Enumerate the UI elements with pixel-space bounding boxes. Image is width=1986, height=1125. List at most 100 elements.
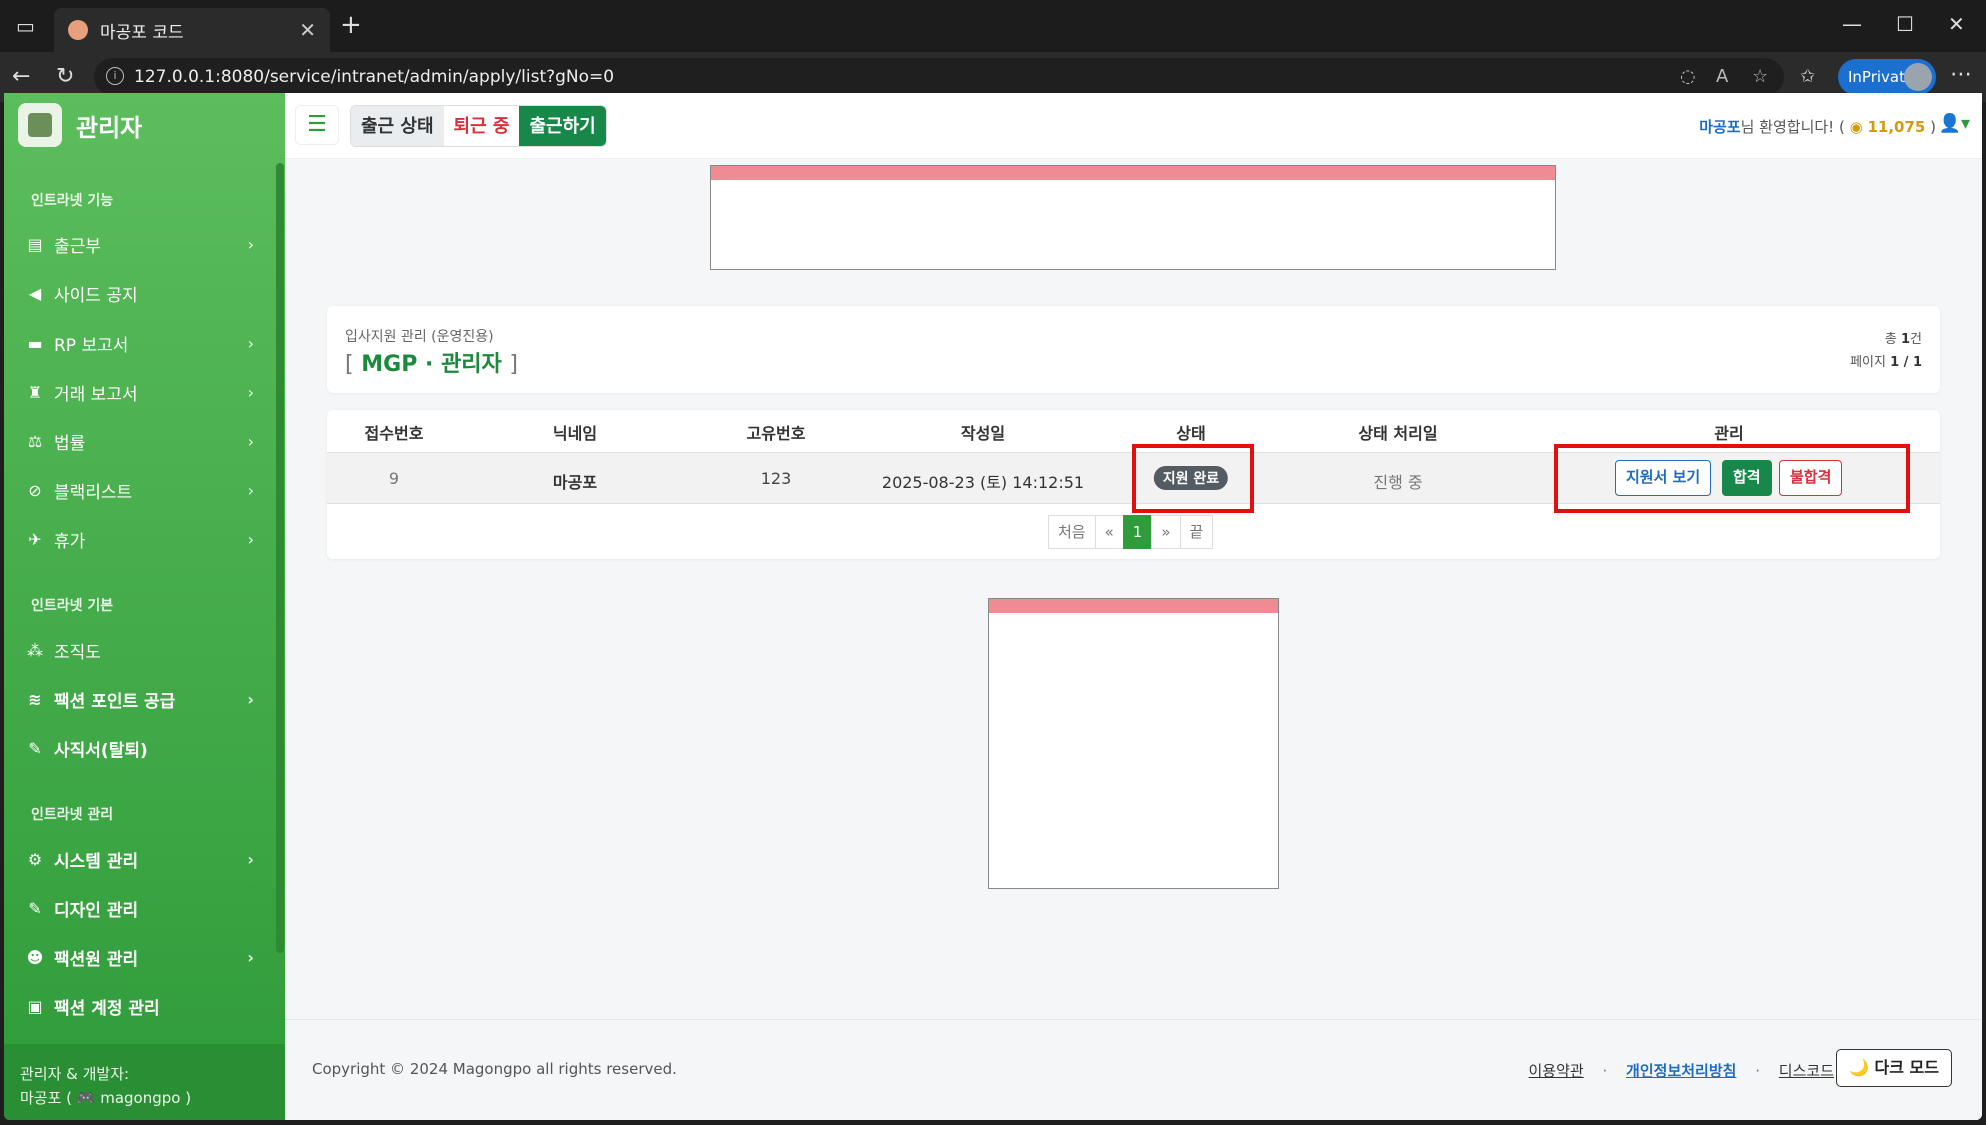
page-last[interactable]: 끝: [1179, 515, 1214, 549]
favicon-icon: [68, 20, 88, 40]
page-current[interactable]: 1: [1122, 515, 1153, 549]
page-label: 페이지: [1850, 355, 1886, 370]
sidebar-item-label: 거래 보고서: [54, 384, 138, 405]
sidebar-item-attendance[interactable]: ▤ 출근부 ›: [24, 226, 254, 262]
sidebar-item-label: 사직서(탈퇴): [54, 740, 148, 761]
sidebar-item-blacklist[interactable]: ⊘ 블랙리스트 ›: [24, 472, 254, 508]
chevron-right-icon: ›: [247, 689, 254, 709]
brand-title: 관리자: [76, 113, 143, 142]
ban-icon: ⊘: [28, 480, 42, 500]
inprivate-button[interactable]: InPrivate: [1838, 59, 1936, 95]
panel-subtitle: 입사지원 관리 (운영진용): [345, 329, 494, 345]
cell-nickname: 마공포: [552, 473, 598, 492]
browser-tab[interactable]: 마공포 코드 ✕: [54, 8, 330, 52]
user-gear-icon: ☻: [26, 947, 44, 967]
page-footer: Copyright © 2024 Magongpo all rights res…: [285, 1019, 1982, 1120]
close-tab-icon[interactable]: ✕: [299, 18, 316, 42]
url-text: 127.0.0.1:8080/service/intranet/admin/ap…: [134, 67, 615, 87]
sidebar: 관리자 인트라넷 기능 ▤ 출근부 › ◀ 사이드 공지 ▬ RP 보고서 › ♜ 거래 보…: [4, 93, 285, 1120]
sidebar-item-side-notice[interactable]: ◀ 사이드 공지: [24, 275, 254, 311]
chevron-right-icon: ›: [247, 382, 254, 402]
tab-title: 마공포 코드: [100, 22, 184, 43]
column-header-status: 상태: [1176, 424, 1206, 443]
sidebar-brand[interactable]: 관리자: [4, 93, 285, 157]
column-header-date: 작성일: [960, 424, 1006, 443]
attendance-status-value: 퇴근 중: [443, 106, 520, 146]
sidebar-item-system[interactable]: ⚙ 시스템 관리 ›: [24, 841, 254, 877]
attendance-status-label: 출근 상태: [351, 106, 444, 146]
panel-title: [ MGP · 관리자 ]: [345, 346, 518, 378]
sitemap-icon: ⁂: [27, 640, 43, 660]
sidebar-item-label: RP 보고서: [54, 335, 129, 356]
coin-balance: 11,075: [1867, 118, 1926, 136]
sidebar-item-design[interactable]: ✎ 디자인 관리: [24, 890, 254, 926]
welcome-close: ): [1930, 118, 1936, 136]
sidebar-item-vacation[interactable]: ✈ 휴가 ›: [24, 521, 254, 557]
gamepad-icon: ▬: [27, 333, 43, 353]
favorites-icon[interactable]: ✩: [1800, 66, 1815, 87]
back-icon[interactable]: ←: [12, 64, 30, 89]
welcome-message: 마공포님 환영합니다! ( ◉ 11,075 ): [1699, 116, 1936, 137]
pagination: 처음 « 1 » 끝: [1048, 515, 1214, 549]
sidebar-toggle-icon[interactable]: ▭: [16, 14, 35, 38]
sidebar-item-resignation[interactable]: ✎ 사직서(탈퇴): [24, 730, 254, 766]
sidebar-item-org-chart[interactable]: ⁂ 조직도: [24, 632, 254, 668]
sidebar-item-members[interactable]: ☻ 팩션원 관리 ›: [24, 939, 254, 975]
discord-link[interactable]: 디스코드: [1779, 1062, 1834, 1080]
ad-banner-top: [710, 165, 1556, 270]
plane-icon: ✈: [28, 529, 42, 549]
main-content: 입사지원 관리 (운영진용) [ MGP · 관리자 ] 총 1건 페이지 1 …: [285, 159, 1982, 1019]
terms-link[interactable]: 이용약관: [1529, 1062, 1584, 1080]
refresh-icon[interactable]: ↻: [56, 64, 74, 89]
url-field[interactable]: i 127.0.0.1:8080/service/intranet/admin/…: [94, 58, 1784, 96]
maximize-icon[interactable]: ☐: [1896, 12, 1914, 36]
sidebar-item-law[interactable]: ⚖ 법률 ›: [24, 423, 254, 459]
user-menu-icon[interactable]: 👤▾: [1939, 113, 1970, 134]
footer-links: 이용약관 · 개인정보처리방침 · 디스코드: [1529, 1060, 1835, 1081]
page-first[interactable]: 처음: [1048, 515, 1096, 549]
more-icon[interactable]: ⋯: [1950, 62, 1972, 87]
megaphone-icon: ◀: [28, 283, 42, 303]
dark-mode-button[interactable]: 🌙 다크 모드: [1836, 1049, 1952, 1087]
avatar: [1904, 63, 1932, 91]
chevron-right-icon: ›: [247, 480, 254, 500]
sidebar-item-label: 디자인 관리: [54, 900, 139, 921]
column-header-processed: 상태 처리일: [1358, 424, 1438, 443]
tracking-icon[interactable]: ◌: [1680, 66, 1696, 87]
scale-icon: ⚖: [27, 431, 43, 451]
cell-date: 2025-08-23 (토) 14:12:51: [881, 473, 1085, 492]
book-icon: ▤: [27, 234, 43, 254]
page-next[interactable]: »: [1151, 515, 1181, 549]
sidebar-scrollbar[interactable]: [276, 163, 284, 953]
top-bar: ☰ 출근 상태 퇴근 중 출근하기 마공포님 환영합니다! ( ◉ 11,075…: [285, 93, 1982, 159]
sidebar-item-faction-points[interactable]: ≋ 팩션 포인트 공급 ›: [24, 681, 254, 717]
panel-title-text: MGP · 관리자: [361, 352, 502, 377]
menu-toggle-icon[interactable]: ☰: [295, 105, 339, 145]
status-highlight-box: [1132, 444, 1254, 513]
info-icon[interactable]: i: [106, 67, 124, 85]
pen-icon: ✎: [28, 738, 42, 758]
privacy-link[interactable]: 개인정보처리방침: [1626, 1062, 1736, 1080]
developer-label: 관리자 & 개발자:: [20, 1065, 130, 1083]
cell-processed: 진행 중: [1373, 473, 1423, 492]
sidebar-item-trade-report[interactable]: ♜ 거래 보고서 ›: [24, 374, 254, 410]
read-aloud-icon[interactable]: A: [1716, 66, 1728, 87]
close-window-icon[interactable]: ✕: [1948, 12, 1965, 36]
title-bracket-open: [: [345, 352, 354, 377]
sidebar-item-rp-report[interactable]: ▬ RP 보고서 ›: [24, 325, 254, 361]
page-prev[interactable]: «: [1094, 515, 1124, 549]
column-header-nickname: 닉네임: [552, 424, 598, 443]
applications-table: 접수번호 닉네임 고유번호 작성일 상태 상태 처리일 관리 9 마공포 123…: [327, 410, 1940, 559]
welcome-name[interactable]: 마공포: [1699, 118, 1740, 136]
clock-in-button[interactable]: 출근하기: [519, 106, 606, 146]
panel-header: 입사지원 관리 (운영진용) [ MGP · 관리자 ] 총 1건 페이지 1 …: [327, 306, 1940, 393]
developer-name: 마공포 ( 🎮 magongpo ): [20, 1089, 192, 1107]
new-tab-icon[interactable]: +: [340, 10, 362, 40]
favorite-star-icon[interactable]: ☆: [1752, 66, 1768, 87]
page-viewport: 관리자 인트라넷 기능 ▤ 출근부 › ◀ 사이드 공지 ▬ RP 보고서 › ♜ 거래 보…: [4, 93, 1982, 1120]
sidebar-item-accounts[interactable]: ▣ 팩션 계정 관리: [24, 988, 254, 1024]
attendance-group: 출근 상태 퇴근 중 출근하기: [350, 105, 607, 147]
sidebar-item-label: 팩션 포인트 공급: [54, 691, 176, 712]
cell-id: 9: [388, 469, 400, 488]
minimize-icon[interactable]: —: [1842, 12, 1862, 36]
